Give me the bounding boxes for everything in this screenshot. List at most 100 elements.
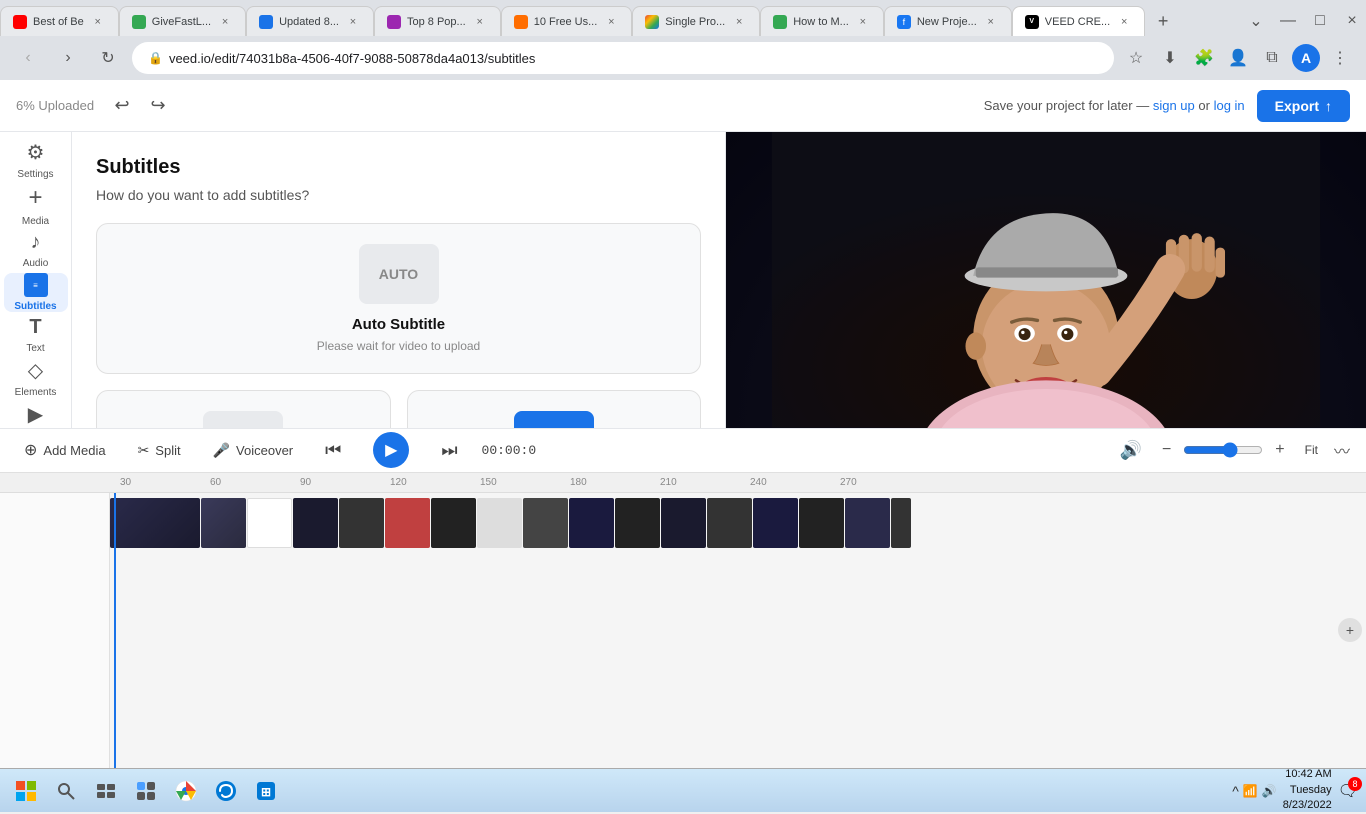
strip-thumb-2 — [201, 498, 246, 548]
task-view-button[interactable] — [88, 773, 124, 809]
refresh-button[interactable]: ↻ — [92, 42, 124, 74]
voiceover-button[interactable]: 🎤 Voiceover — [205, 438, 302, 463]
search-button[interactable] — [48, 773, 84, 809]
sidebar-item-subtitles[interactable]: ≡ Subtitles — [4, 273, 68, 312]
split-button[interactable]: ✂ Split — [130, 438, 189, 463]
export-arrow-icon: ↑ — [1325, 98, 1332, 114]
add-media-button[interactable]: ⊕ Add Media — [16, 436, 114, 464]
tab-close-top8pop[interactable]: × — [472, 14, 488, 30]
waveform-button[interactable]: 〰 — [1334, 438, 1350, 462]
profile-menu-button[interactable]: 👤 — [1224, 44, 1252, 72]
edge-taskbar-icon[interactable] — [208, 773, 244, 809]
system-clock[interactable]: 10:42 AM Tuesday 8/23/2022 — [1283, 767, 1332, 813]
chrome-taskbar-icon[interactable] — [168, 773, 204, 809]
timeline-ruler: 30 60 90 120 150 180 210 240 270 — [0, 473, 1366, 493]
forward-button[interactable]: › — [52, 42, 84, 74]
video-frame — [726, 132, 1366, 428]
sign-up-link[interactable]: sign up — [1153, 98, 1195, 113]
tab-close-updated[interactable]: × — [345, 14, 361, 30]
tab-close-veedcre[interactable]: × — [1116, 14, 1132, 30]
subtitle-options: AUTO Auto Subtitle Please wait for video… — [96, 223, 701, 428]
new-tab-button[interactable]: + — [1149, 7, 1177, 35]
tab-givefast[interactable]: GiveFastL... × — [119, 6, 246, 36]
sidebar-item-media[interactable]: + Media — [4, 184, 68, 227]
browser-menu-button[interactable]: ⋮ — [1326, 44, 1354, 72]
extensions-button[interactable]: 🧩 — [1190, 44, 1218, 72]
clock-time: 10:42 AM — [1283, 767, 1332, 782]
tab-close-bestofbe[interactable]: × — [90, 14, 106, 30]
manual-subtitle-card[interactable]: SUB | Manual Subtitles Type your subtitl… — [96, 390, 391, 428]
back-button[interactable]: ‹ — [12, 42, 44, 74]
export-button[interactable]: Export ↑ — [1257, 90, 1350, 122]
widgets-icon — [136, 781, 156, 801]
tab-title-updated: Updated 8... — [279, 16, 339, 28]
store-taskbar-icon[interactable]: ⊞ — [248, 773, 284, 809]
volume-button[interactable]: 🔊 — [1112, 436, 1150, 465]
tab-favicon-fb: f — [897, 15, 911, 29]
chrome-icon — [175, 780, 197, 802]
playhead[interactable] — [114, 493, 116, 769]
subtitle-option-row: SUB | Manual Subtitles Type your subtitl… — [96, 390, 701, 428]
url-bar[interactable]: 🔒 veed.io/edit/74031b8a-4506-40f7-9088-5… — [132, 42, 1114, 74]
tab-close-singlepro[interactable]: × — [731, 14, 747, 30]
bookmark-button[interactable]: ☆ — [1122, 44, 1150, 72]
zoom-slider[interactable] — [1183, 442, 1263, 458]
maximize-button[interactable]: □ — [1306, 7, 1334, 35]
tab-10freeus[interactable]: 10 Free Us... × — [501, 6, 633, 36]
tab-favicon-veed: V — [1025, 15, 1039, 29]
timeline-track: 30 60 90 120 150 180 210 240 270 — [0, 472, 1366, 769]
subtitles-icon: ≡ — [24, 273, 48, 297]
sidebar-item-elements[interactable]: ◇ Elements — [4, 358, 68, 398]
tab-close-howto[interactable]: × — [855, 14, 871, 30]
minimize-button[interactable]: — — [1274, 7, 1302, 35]
tab-updated[interactable]: Updated 8... × — [246, 6, 374, 36]
tab-favicon-multi — [645, 15, 659, 29]
task-view-icon — [96, 781, 116, 801]
user-profile-icon[interactable]: A — [1292, 44, 1320, 72]
taskbar-right: ^ 📶 🔊 10:42 AM Tuesday 8/23/2022 🗨 8 — [1232, 767, 1358, 813]
microphone-icon: 🎤 — [213, 442, 230, 459]
play-button[interactable]: ▶ — [373, 432, 409, 468]
strip-thumb-9 — [523, 498, 568, 548]
tab-singlepro[interactable]: Single Pro... × — [632, 6, 760, 36]
strip-thumb-13 — [707, 498, 752, 548]
strip-thumb-17 — [891, 498, 911, 548]
zoom-out-button[interactable]: − — [1158, 437, 1175, 463]
widgets-button[interactable] — [128, 773, 164, 809]
upload-subtitle-card[interactable]: ↑ Upload Subtitle File Use an existing s… — [407, 390, 702, 428]
tab-howto[interactable]: How to M... × — [760, 6, 884, 36]
volume-icon[interactable]: 🔊 — [1262, 784, 1277, 798]
tab-close-givefast[interactable]: × — [217, 14, 233, 30]
tray-chevron-icon[interactable]: ^ — [1232, 783, 1239, 799]
sidebar-item-audio[interactable]: ♪ Audio — [4, 231, 68, 269]
download-button[interactable]: ⬇ — [1156, 44, 1184, 72]
redo-button[interactable]: ↪ — [142, 90, 174, 122]
tab-newproj[interactable]: f New Proje... × — [884, 6, 1012, 36]
close-window-button[interactable]: × — [1338, 7, 1366, 35]
tab-title-bestofbe: Best of Be — [33, 16, 84, 28]
skip-back-button[interactable]: ⏮ — [317, 436, 349, 465]
sidebar-item-text[interactable]: T Text — [4, 316, 68, 354]
tab-top8pop[interactable]: Top 8 Pop... × — [374, 6, 501, 36]
auto-subtitle-card[interactable]: AUTO Auto Subtitle Please wait for video… — [96, 223, 701, 374]
tab-close-newproj[interactable]: × — [983, 14, 999, 30]
tab-veedcre[interactable]: V VEED CRE... × — [1012, 6, 1145, 36]
sidebar-item-settings[interactable]: ⚙ Settings — [4, 140, 68, 180]
split-screen-button[interactable]: ⧉ — [1258, 44, 1286, 72]
start-button[interactable] — [8, 773, 44, 809]
network-icon[interactable]: 📶 — [1243, 784, 1258, 798]
browser-chrome: Best of Be × GiveFastL... × Updated 8...… — [0, 0, 1366, 80]
tab-bestofbe[interactable]: Best of Be × — [0, 6, 119, 36]
skip-forward-button[interactable]: ⏭ — [433, 436, 465, 465]
fit-button[interactable]: Fit — [1297, 439, 1326, 461]
zoom-in-button[interactable]: + — [1271, 437, 1288, 463]
notification-button[interactable]: 🗨 8 — [1338, 781, 1358, 801]
undo-button[interactable]: ↩ — [106, 90, 138, 122]
sidebar: ⚙ Settings + Media ♪ Audio ≡ Subtitles T… — [0, 132, 72, 428]
log-in-link[interactable]: log in — [1214, 98, 1245, 113]
sidebar-item-transitions[interactable]: ▶ Transitions — [4, 402, 68, 428]
timeline-add-button[interactable]: + — [1338, 618, 1362, 642]
tab-list-button[interactable]: ⌄ — [1242, 7, 1270, 35]
tab-close-10freeus[interactable]: × — [603, 14, 619, 30]
ruler-mark-60: 60 — [210, 477, 221, 488]
